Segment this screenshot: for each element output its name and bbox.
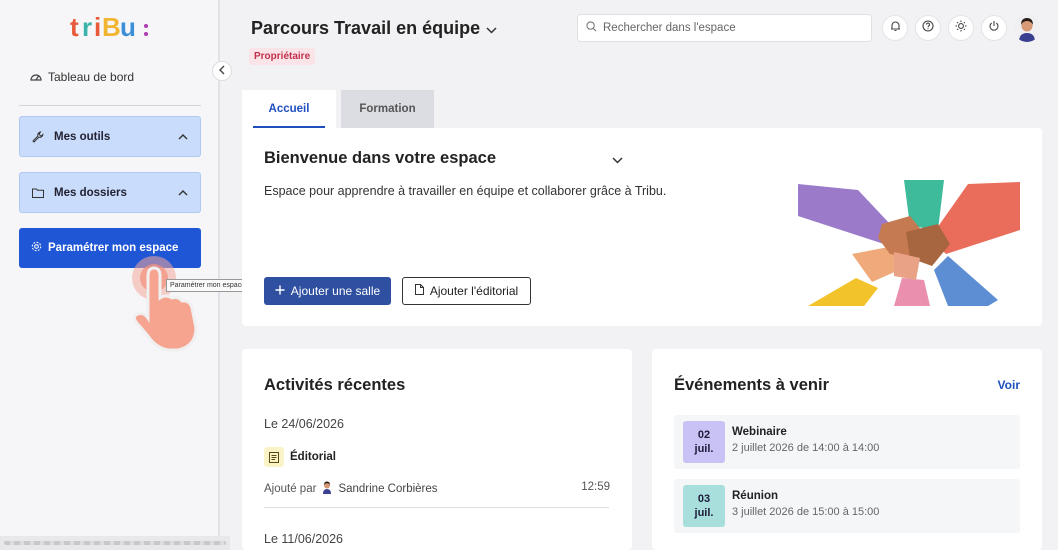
- event-when: 2 juillet 2026 de 14:00 à 14:00: [732, 442, 880, 454]
- search-icon: [586, 19, 597, 37]
- activity-date: Le 24/06/2026: [264, 417, 344, 431]
- add-room-button[interactable]: Ajouter une salle: [264, 277, 391, 305]
- upcoming-events-title: Événements à venir: [674, 376, 829, 394]
- user-avatar[interactable]: [1013, 14, 1041, 42]
- event-name: Réunion: [732, 490, 778, 502]
- page-title: Parcours Travail en équipe: [251, 18, 481, 38]
- pointer-hand-icon: [126, 254, 208, 359]
- sidebar-group-label: Mes dossiers: [54, 186, 127, 199]
- added-by-label: Ajouté par: [264, 482, 317, 495]
- sidebar-divider: [19, 105, 201, 106]
- activity-date: Le 11/06/2026: [264, 532, 344, 546]
- space-title-dropdown[interactable]: Parcours Travail en équipe: [251, 18, 497, 39]
- event-name: Webinaire: [732, 426, 787, 438]
- event-item-reunion[interactable]: 03 juil. Réunion 3 juillet 2026 de 15:00…: [674, 479, 1020, 533]
- plus-icon: [275, 284, 285, 298]
- chevron-up-icon[interactable]: [178, 189, 188, 196]
- wrench-icon: [32, 130, 46, 143]
- upcoming-events-card: Événements à venir Voir 02 juil. Webinai…: [652, 349, 1042, 550]
- folder-icon: [32, 188, 46, 198]
- power-icon: [988, 19, 1000, 37]
- bell-icon: [890, 19, 901, 37]
- recent-activities-title: Activités récentes: [264, 376, 406, 394]
- welcome-title: Bienvenue dans votre espace: [264, 149, 497, 167]
- recent-activities-card: Activités récentes Le 24/06/2026 Éditori…: [242, 349, 632, 550]
- chevron-down-icon[interactable]: [612, 151, 623, 169]
- sidebar-group-label: Mes outils: [54, 130, 111, 143]
- svg-text:u: u: [120, 14, 136, 42]
- notifications-button[interactable]: [882, 15, 908, 41]
- document-icon: [264, 447, 284, 467]
- event-item-webinaire[interactable]: 02 juil. Webinaire 2 juillet 2026 de 14:…: [674, 415, 1020, 469]
- event-month: juil.: [694, 443, 714, 455]
- sidebar-item-dashboard[interactable]: Tableau de bord: [30, 70, 134, 84]
- see-all-link[interactable]: Voir: [998, 378, 1020, 392]
- logout-button[interactable]: [981, 15, 1007, 41]
- search-box[interactable]: [577, 14, 872, 42]
- author-avatar: [320, 480, 334, 497]
- event-month: juil.: [694, 507, 714, 519]
- add-editorial-label: Ajouter l'éditorial: [429, 284, 519, 298]
- sidebar-group-mes-outils[interactable]: Mes outils: [19, 116, 201, 157]
- event-when: 3 juillet 2026 de 15:00 à 15:00: [732, 506, 880, 518]
- sidebar-item-label: Tableau de bord: [48, 70, 135, 84]
- divider: [264, 507, 609, 508]
- welcome-panel: Bienvenue dans votre espace Espace pour …: [242, 128, 1042, 326]
- activity-time: 12:59: [581, 481, 610, 493]
- welcome-description: Espace pour apprendre à travailler en éq…: [264, 184, 667, 198]
- tooltip: Paramétrer mon espace: [166, 279, 250, 292]
- svg-text:r: r: [82, 14, 92, 42]
- gear-icon: [31, 241, 42, 255]
- author-name: Sandrine Corbières: [338, 482, 438, 495]
- theme-toggle-button[interactable]: [948, 15, 974, 41]
- event-date-badge: 03 juil.: [683, 485, 725, 527]
- teamwork-illustration: [798, 180, 1020, 311]
- activity-author-line: Ajouté par Sandrine Corbières: [264, 480, 438, 497]
- svg-text:i: i: [94, 14, 101, 42]
- activity-type-link[interactable]: Éditorial: [290, 451, 336, 463]
- event-day: 03: [697, 492, 711, 505]
- add-room-label: Ajouter une salle: [290, 284, 381, 298]
- help-icon: [922, 19, 934, 37]
- tab-formation[interactable]: Formation: [341, 90, 434, 128]
- role-badge: Propriétaire: [249, 48, 316, 65]
- document-icon: [414, 284, 424, 298]
- sun-icon: [955, 19, 967, 37]
- help-button[interactable]: [915, 15, 941, 41]
- tab-accueil[interactable]: Accueil: [242, 90, 336, 128]
- chevron-down-icon: [486, 18, 497, 39]
- search-input[interactable]: [603, 22, 853, 34]
- status-bar: [0, 536, 230, 550]
- collapse-sidebar-button[interactable]: [212, 61, 232, 81]
- event-day: 02: [697, 428, 711, 441]
- tribu-logo[interactable]: t r i B u: [70, 12, 152, 47]
- chevron-up-icon[interactable]: [178, 133, 188, 140]
- gauge-icon: [30, 70, 42, 84]
- svg-text:t: t: [70, 14, 79, 42]
- sidebar-group-mes-dossiers[interactable]: Mes dossiers: [19, 172, 201, 213]
- add-editorial-button[interactable]: Ajouter l'éditorial: [402, 277, 531, 305]
- configure-space-label: Paramétrer mon espace: [48, 242, 179, 254]
- svg-text:B: B: [102, 14, 121, 42]
- event-date-badge: 02 juil.: [683, 421, 725, 463]
- chevron-left-icon: [219, 62, 225, 80]
